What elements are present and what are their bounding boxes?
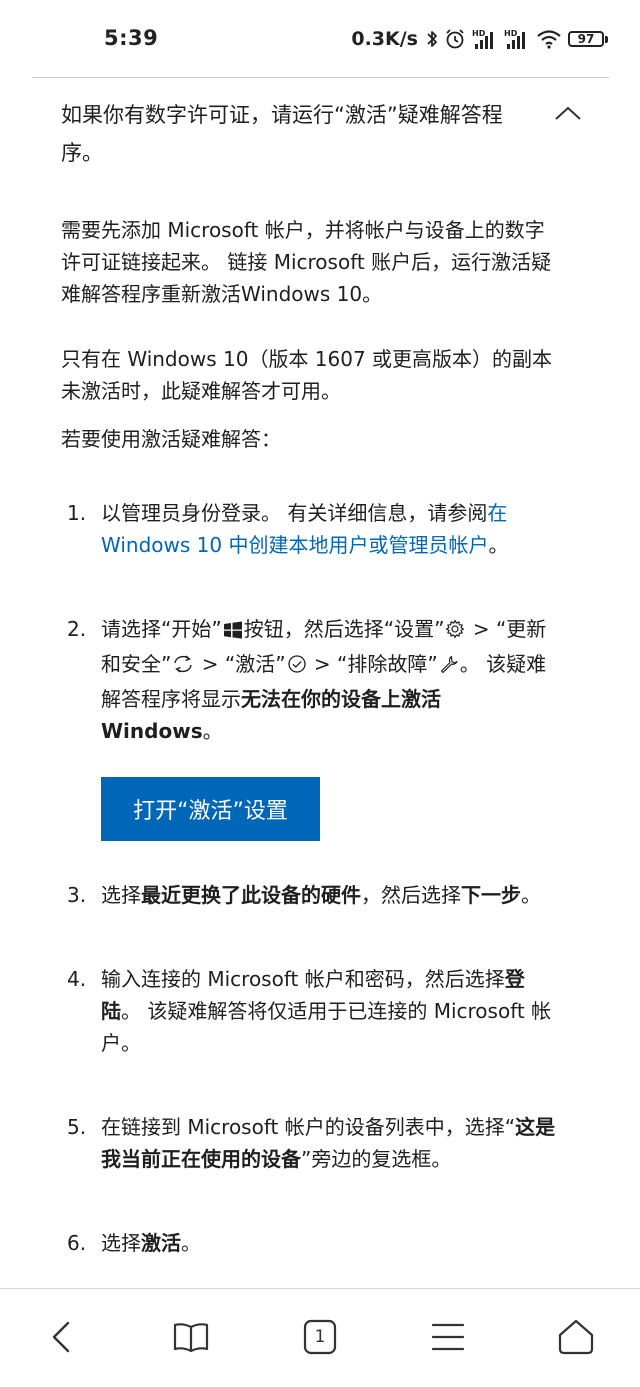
- step-text: > “排除故障”: [307, 652, 438, 676]
- bookmarks-icon: [173, 1323, 209, 1353]
- accordion-header[interactable]: 如果你有数字许可证，请运行“激活”疑难解答程序。: [61, 96, 581, 172]
- step-number: 5.: [67, 1115, 87, 1139]
- menu-icon: [431, 1323, 465, 1351]
- step-bold-text: 最近更换了此设备的硬件: [141, 883, 361, 907]
- step-number: 1.: [67, 501, 87, 525]
- svg-text:HD: HD: [472, 29, 486, 38]
- bluetooth-icon: [426, 29, 438, 49]
- update-sync-icon: [172, 651, 194, 683]
- step-text: 。: [181, 1231, 201, 1255]
- wifi-icon: [536, 29, 562, 49]
- back-icon: [52, 1321, 70, 1353]
- step-number: 3.: [67, 883, 87, 907]
- tabs-button[interactable]: 1: [296, 1313, 344, 1361]
- step-number: 4.: [67, 967, 87, 991]
- battery-icon: 97: [568, 31, 608, 47]
- step-number: 2.: [67, 617, 87, 641]
- settings-gear-icon: [445, 616, 465, 648]
- availability-note: 只有在 Windows 10（版本 1607 或更高版本）的副本未激活时，此疑难…: [61, 347, 553, 403]
- back-button[interactable]: [38, 1313, 86, 1361]
- alarm-icon: [444, 28, 466, 50]
- cta-wrapper: 打开“激活”设置: [101, 777, 561, 841]
- step-4: 4. 输入连接的 Microsoft 帐户和密码，然后选择登陆。 该疑难解答将仅…: [61, 963, 561, 1059]
- network-speed: 0.3K/s: [351, 28, 418, 50]
- steps-lead-in: 若要使用激活疑难解答：: [61, 427, 281, 451]
- bookmarks-button[interactable]: [167, 1313, 215, 1361]
- step-text: 按钮，然后选择“设置”: [243, 617, 445, 641]
- step-text: 请选择“开始”: [101, 617, 222, 641]
- bottom-navigation-bar: 1: [0, 1288, 640, 1387]
- step-bold-text: 下一步: [461, 883, 521, 907]
- home-icon: [558, 1319, 594, 1355]
- status-icons: 0.3K/s HD HD 97: [351, 24, 608, 54]
- step-3: 3. 选择最近更换了此设备的硬件，然后选择下一步。: [61, 879, 561, 911]
- steps-list-continued: 3. 选择最近更换了此设备的硬件，然后选择下一步。 4. 输入连接的 Micro…: [61, 879, 561, 1259]
- activation-check-icon: [287, 651, 307, 683]
- signal-hd-icon: HD: [472, 28, 498, 50]
- step-text: > “激活”: [195, 652, 286, 676]
- step-text: 。 该疑难解答将仅适用于已连接的 Microsoft 帐户。: [101, 999, 552, 1055]
- status-time: 5:39: [104, 26, 159, 50]
- step-bold-text: 激活: [141, 1231, 181, 1255]
- step-text: 以管理员身份登录。 有关详细信息，请参阅: [101, 501, 488, 525]
- menu-button[interactable]: [424, 1313, 472, 1361]
- intro-paragraph: 需要先添加 Microsoft 帐户，并将帐户与设备上的数字许可证链接起来。 链…: [61, 218, 552, 306]
- step-6: 6. 选择激活。: [61, 1227, 561, 1259]
- troubleshoot-wrench-icon: [439, 651, 459, 683]
- accordion-title: 如果你有数字许可证，请运行“激活”疑难解答程序。: [61, 103, 503, 165]
- step-2: 2. 请选择“开始” 按钮，然后选择“设置” > “更新和安全” > “激活” >…: [61, 613, 561, 841]
- steps-list: 1. 以管理员身份登录。 有关详细信息，请参阅在 Windows 10 中创建本…: [61, 497, 561, 841]
- step-text: ”旁边的复选框。: [301, 1147, 452, 1171]
- step-text: 在链接到 Microsoft 帐户的设备列表中，选择“: [101, 1115, 516, 1139]
- step-text: 。: [521, 883, 541, 907]
- step-text: ，然后选择: [361, 883, 461, 907]
- svg-text:HD: HD: [504, 29, 518, 38]
- step-1: 1. 以管理员身份登录。 有关详细信息，请参阅在 Windows 10 中创建本…: [61, 497, 561, 561]
- step-text: 。: [488, 533, 509, 557]
- step-5: 5. 在链接到 Microsoft 帐户的设备列表中，选择“这是我当前正在使用的…: [61, 1111, 561, 1175]
- home-button[interactable]: [552, 1313, 600, 1361]
- step-text: 。: [202, 719, 223, 743]
- step-text: 输入连接的 Microsoft 帐户和密码，然后选择: [101, 967, 505, 991]
- step-number: 6.: [67, 1231, 87, 1255]
- step-text: 选择: [101, 883, 141, 907]
- windows-start-icon: [223, 616, 243, 648]
- signal-hd-icon: HD: [504, 28, 530, 50]
- step-text: 选择: [101, 1231, 141, 1255]
- status-bar: 5:39 0.3K/s HD HD 97: [0, 0, 640, 78]
- open-activation-settings-button[interactable]: 打开“激活”设置: [101, 777, 320, 841]
- tab-count: 1: [314, 1327, 326, 1347]
- top-divider: [32, 77, 609, 78]
- chevron-up-icon[interactable]: [553, 100, 583, 130]
- battery-level: 97: [568, 31, 604, 47]
- article-content: 如果你有数字许可证，请运行“激活”疑难解答程序。 需要先添加 Microsoft…: [61, 96, 581, 1311]
